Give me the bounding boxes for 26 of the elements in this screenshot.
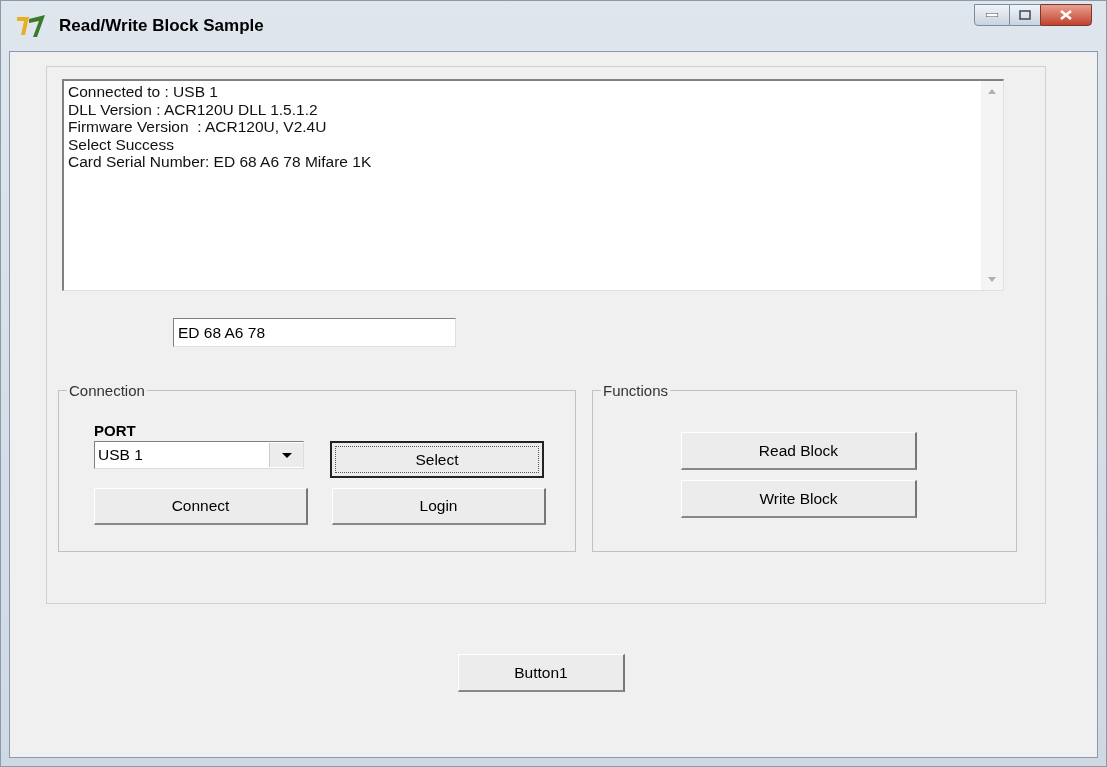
scroll-down-icon[interactable] [988,277,996,282]
port-label: PORT [94,421,137,441]
port-dropdown[interactable]: USB 1 [94,441,304,469]
dropdown-arrow-icon[interactable] [281,452,292,458]
write-block-button[interactable]: Write Block [681,480,917,518]
maximize-button[interactable] [1010,4,1040,26]
log-line: Connected to : USB 1 [68,83,219,101]
read-block-button[interactable]: Read Block [681,432,917,470]
button1-button[interactable]: Button1 [458,654,625,692]
login-button[interactable]: Login [332,488,546,525]
log-line: Select Success [68,135,175,153]
scroll-up-icon[interactable] [988,89,996,94]
log-line: Card Serial Number: ED 68 A6 78 Mifare 1K [68,153,373,171]
log-line: Firmware Version : ACR120U, V2.4U [68,118,328,136]
close-icon [1060,10,1072,20]
scrollbar[interactable] [981,81,1003,290]
minimize-icon [986,13,998,17]
log-line: DLL Version : ACR120U DLL 1.5.1.2 [68,100,319,118]
serial-number-field[interactable]: ED 68 A6 78 [173,318,456,347]
select-button[interactable]: Select [330,441,544,478]
port-value: USB 1 [97,445,144,466]
connect-button[interactable]: Connect [94,488,308,525]
minimize-button[interactable] [974,4,1010,26]
maximize-icon [1019,10,1031,20]
window-title: Read/Write Block Sample [59,15,264,38]
close-button[interactable] [1040,4,1092,26]
